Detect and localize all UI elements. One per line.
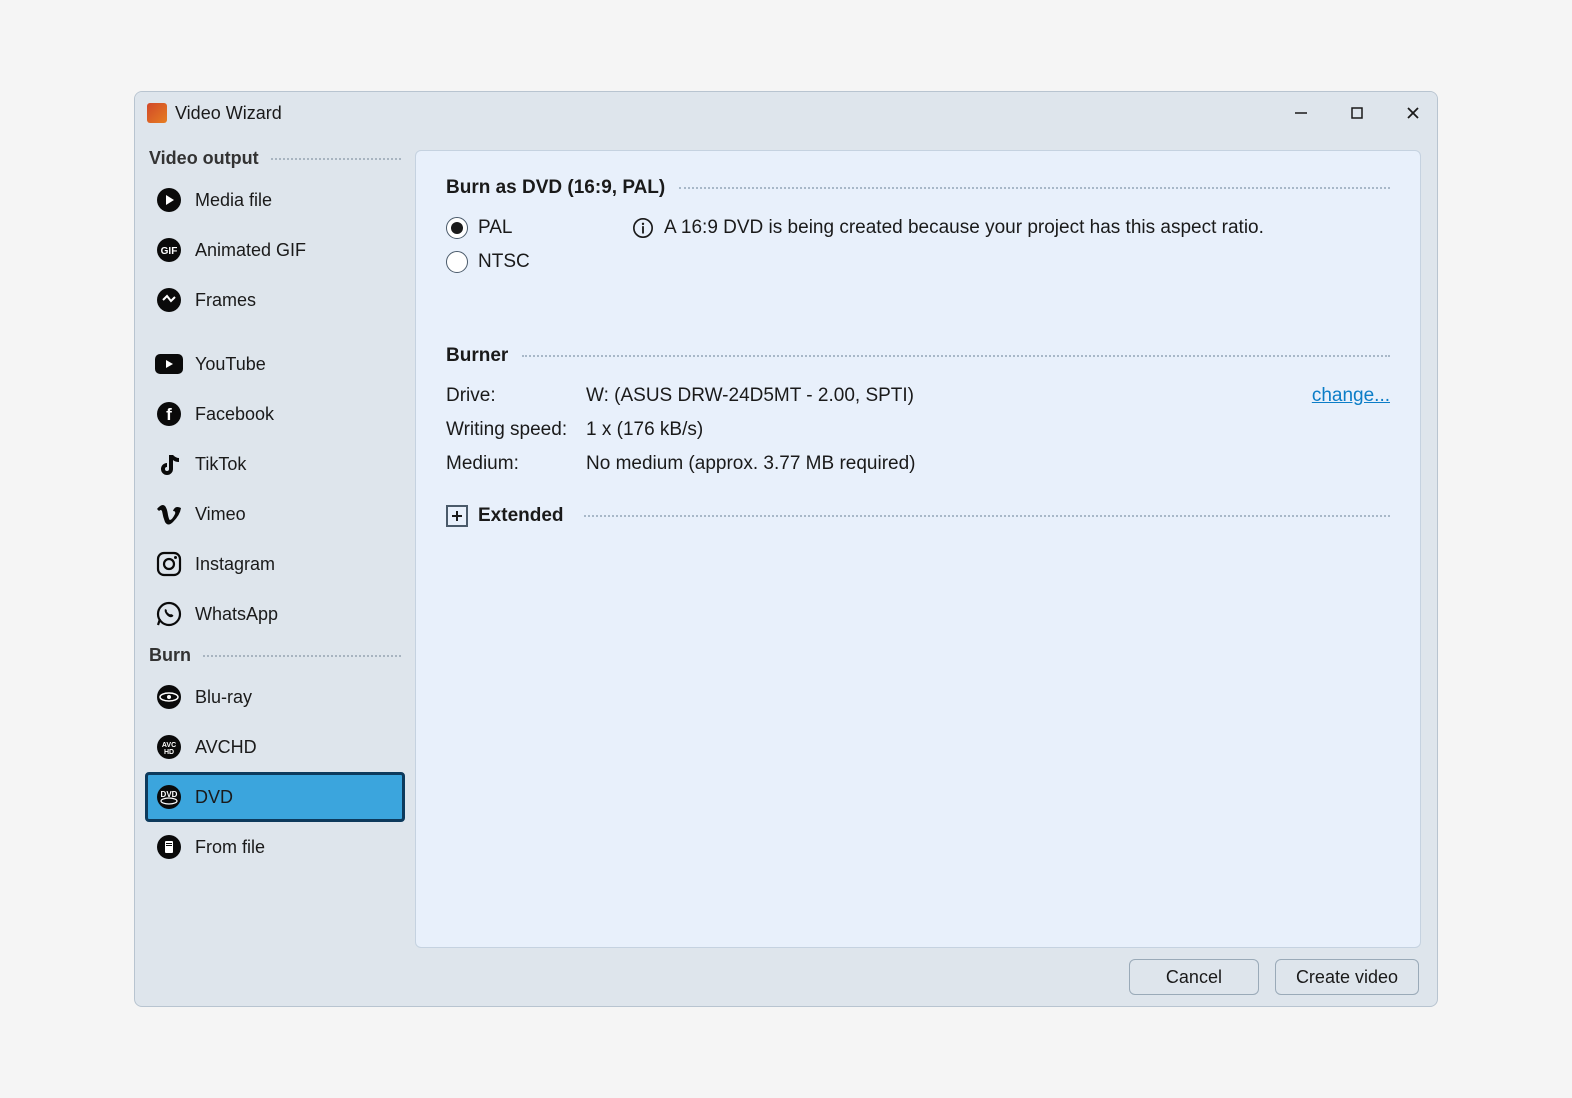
- window-title: Video Wizard: [175, 103, 282, 124]
- plus-icon: [451, 510, 463, 522]
- format-radio-row: PAL NTSC A 16:9 DVD is being created beca…: [446, 217, 1390, 273]
- sidebar: Video output Media file GIF Animated GIF Fra…: [135, 134, 415, 948]
- group-burn-as-dvd: Burn as DVD (16:9, PAL): [446, 177, 1390, 199]
- whatsapp-icon: [155, 600, 183, 628]
- burner-row: Medium:No medium (approx. 3.77 MB requir…: [446, 453, 1390, 475]
- burner-value: No medium (approx. 3.77 MB required): [586, 453, 915, 475]
- sidebar-item-label: Frames: [195, 290, 256, 311]
- burner-row: Drive:W: (ASUS DRW-24D5MT - 2.00, SPTI) c…: [446, 385, 1390, 407]
- burner-label: Drive:: [446, 385, 586, 407]
- file-disc-icon: [155, 833, 183, 861]
- cancel-button[interactable]: Cancel: [1129, 959, 1259, 995]
- change-drive-link[interactable]: change...: [1312, 385, 1390, 407]
- sidebar-item-label: From file: [195, 837, 265, 858]
- sidebar-item-tiktok[interactable]: TikTok: [145, 439, 405, 489]
- sidebar-item-label: Vimeo: [195, 504, 246, 525]
- group-title: Burn as DVD (16:9, PAL): [446, 177, 665, 199]
- sidebar-item-label: DVD: [195, 787, 233, 808]
- minimize-button[interactable]: [1285, 97, 1317, 129]
- sidebar-item-instagram[interactable]: Instagram: [145, 539, 405, 589]
- burner-label: Medium:: [446, 453, 586, 475]
- burner-value: 1 x (176 kB/s): [586, 419, 703, 441]
- radio-icon: [446, 251, 468, 273]
- play-circle-icon: [155, 186, 183, 214]
- extended-label: Extended: [478, 505, 564, 527]
- extended-section: Extended: [446, 505, 1390, 527]
- radio-pal[interactable]: PAL: [446, 217, 616, 239]
- content-area: Video output Media file GIF Animated GIF Fra…: [135, 134, 1437, 948]
- sidebar-item-label: Media file: [195, 190, 272, 211]
- radio-label: NTSC: [478, 251, 530, 273]
- sidebar-item-frames[interactable]: Frames: [145, 275, 405, 325]
- footer: Cancel Create video: [135, 948, 1437, 1006]
- app-icon: [147, 103, 167, 123]
- sidebar-section-header: Video output: [145, 142, 405, 175]
- main-area: Burn as DVD (16:9, PAL) PAL NTSC A 16:9 D…: [415, 134, 1437, 948]
- sidebar-item-bluray[interactable]: Blu-ray: [145, 672, 405, 722]
- video-wizard-window: Video Wizard Video output Media file GIF An…: [134, 91, 1438, 1007]
- svg-text:HD: HD: [164, 749, 174, 756]
- titlebar: Video Wizard: [135, 92, 1437, 134]
- avchd-icon: AVCHD: [155, 733, 183, 761]
- sidebar-item-label: Facebook: [195, 404, 274, 425]
- bluray-icon: [155, 683, 183, 711]
- sidebar-item-avchd[interactable]: AVCHDAVCHD: [145, 722, 405, 772]
- section-title: Video output: [149, 148, 259, 169]
- window-controls: [1285, 97, 1429, 129]
- sidebar-item-label: Instagram: [195, 554, 275, 575]
- svg-text:AVC: AVC: [162, 742, 176, 749]
- sidebar-section-header: Burn: [145, 639, 405, 672]
- svg-text:GIF: GIF: [161, 246, 178, 257]
- vimeo-icon: [155, 500, 183, 528]
- sidebar-item-label: TikTok: [195, 454, 246, 475]
- gif-icon: GIF: [155, 236, 183, 264]
- dvd-icon: DVD: [155, 783, 183, 811]
- group-burner: Burner: [446, 345, 1390, 367]
- sidebar-item-animated-gif[interactable]: GIF Animated GIF: [145, 225, 405, 275]
- burner-row: Writing speed:1 x (176 kB/s): [446, 419, 1390, 441]
- radio-label: PAL: [478, 217, 513, 239]
- sidebar-item-media-file[interactable]: Media file: [145, 175, 405, 225]
- instagram-icon: [155, 550, 183, 578]
- sidebar-item-whatsapp[interactable]: WhatsApp: [145, 589, 405, 639]
- frames-icon: [155, 286, 183, 314]
- radio-ntsc[interactable]: NTSC: [446, 251, 616, 273]
- info-icon: [632, 217, 654, 239]
- sidebar-item-label: Blu-ray: [195, 687, 252, 708]
- maximize-icon: [1351, 107, 1363, 119]
- expand-extended-button[interactable]: [446, 505, 468, 527]
- main-panel: Burn as DVD (16:9, PAL) PAL NTSC A 16:9 D…: [415, 150, 1421, 948]
- sidebar-item-vimeo[interactable]: Vimeo: [145, 489, 405, 539]
- info-text: A 16:9 DVD is being created because your…: [664, 217, 1264, 239]
- close-icon: [1406, 106, 1420, 120]
- sidebar-item-youtube[interactable]: YouTube: [145, 339, 405, 389]
- sidebar-item-label: AVCHD: [195, 737, 257, 758]
- sidebar-item-label: YouTube: [195, 354, 266, 375]
- minimize-icon: [1294, 106, 1308, 120]
- burner-label: Writing speed:: [446, 419, 586, 441]
- radio-options: PAL NTSC: [446, 217, 616, 273]
- svg-text:f: f: [166, 405, 172, 424]
- section-title: Burn: [149, 645, 191, 666]
- sidebar-item-label: Animated GIF: [195, 240, 306, 261]
- close-button[interactable]: [1397, 97, 1429, 129]
- group-title: Burner: [446, 345, 508, 367]
- radio-icon: [446, 217, 468, 239]
- sidebar-item-facebook[interactable]: f Facebook: [145, 389, 405, 439]
- create-video-button[interactable]: Create video: [1275, 959, 1419, 995]
- sidebar-item-dvd[interactable]: DVD DVD: [145, 772, 405, 822]
- youtube-icon: [155, 350, 183, 378]
- tiktok-icon: [155, 450, 183, 478]
- aspect-info: A 16:9 DVD is being created because your…: [632, 217, 1264, 239]
- sidebar-item-from-file[interactable]: From file: [145, 822, 405, 872]
- sidebar-item-label: WhatsApp: [195, 604, 278, 625]
- facebook-icon: f: [155, 400, 183, 428]
- burner-value: W: (ASUS DRW-24D5MT - 2.00, SPTI): [586, 385, 914, 407]
- maximize-button[interactable]: [1341, 97, 1373, 129]
